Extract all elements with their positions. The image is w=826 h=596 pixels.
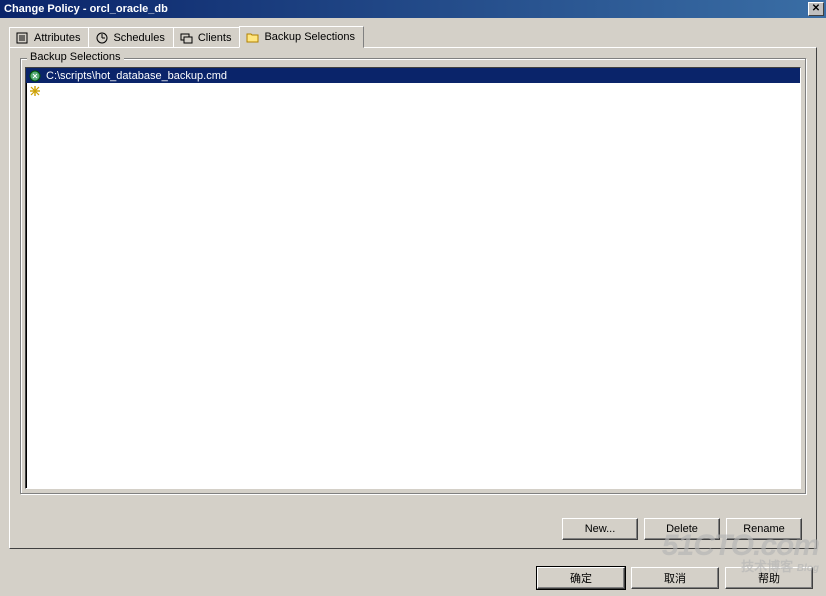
tab-label: Backup Selections bbox=[264, 31, 355, 43]
list-item-path: C:\scripts\hot_database_backup.cmd bbox=[46, 70, 227, 82]
tab-clients[interactable]: Clients bbox=[173, 27, 241, 47]
script-icon bbox=[28, 69, 42, 83]
tab-label: Attributes bbox=[34, 32, 80, 44]
backup-selections-list[interactable]: C:\scripts\hot_database_backup.cmd bbox=[25, 67, 801, 489]
tab-schedules[interactable]: Schedules bbox=[88, 27, 173, 47]
attributes-icon bbox=[16, 31, 30, 45]
list-item[interactable]: C:\scripts\hot_database_backup.cmd bbox=[26, 68, 800, 83]
dialog-body: Attributes Schedules Clients Backup Sele… bbox=[0, 18, 826, 596]
new-item-icon bbox=[28, 84, 42, 98]
close-icon: ✕ bbox=[812, 4, 820, 14]
cancel-button[interactable]: 取消 bbox=[631, 567, 719, 589]
tab-strip: Attributes Schedules Clients Backup Sele… bbox=[9, 25, 817, 47]
groupbox-label: Backup Selections bbox=[27, 51, 124, 63]
schedules-icon bbox=[95, 31, 109, 45]
clients-icon bbox=[180, 31, 194, 45]
help-button[interactable]: 帮助 bbox=[725, 567, 813, 589]
dialog-footer-buttons: 确定 取消 帮助 bbox=[537, 567, 813, 589]
tab-panel: Backup Selections C:\scripts\hot_databas… bbox=[9, 47, 817, 549]
ok-button[interactable]: 确定 bbox=[537, 567, 625, 589]
new-button[interactable]: New... bbox=[562, 518, 638, 540]
rename-button[interactable]: Rename bbox=[726, 518, 802, 540]
close-button[interactable]: ✕ bbox=[808, 2, 824, 16]
folder-open-icon bbox=[246, 30, 260, 44]
tab-label: Schedules bbox=[113, 32, 164, 44]
backup-selections-group: Backup Selections C:\scripts\hot_databas… bbox=[20, 58, 806, 494]
delete-button[interactable]: Delete bbox=[644, 518, 720, 540]
tab-attributes[interactable]: Attributes bbox=[9, 27, 89, 47]
list-action-buttons: New... Delete Rename bbox=[562, 518, 802, 540]
window-title: Change Policy - orcl_oracle_db bbox=[4, 3, 808, 15]
list-item[interactable] bbox=[26, 83, 800, 98]
tab-backup-selections[interactable]: Backup Selections bbox=[239, 26, 364, 48]
tab-label: Clients bbox=[198, 32, 232, 44]
titlebar: Change Policy - orcl_oracle_db ✕ bbox=[0, 0, 826, 18]
